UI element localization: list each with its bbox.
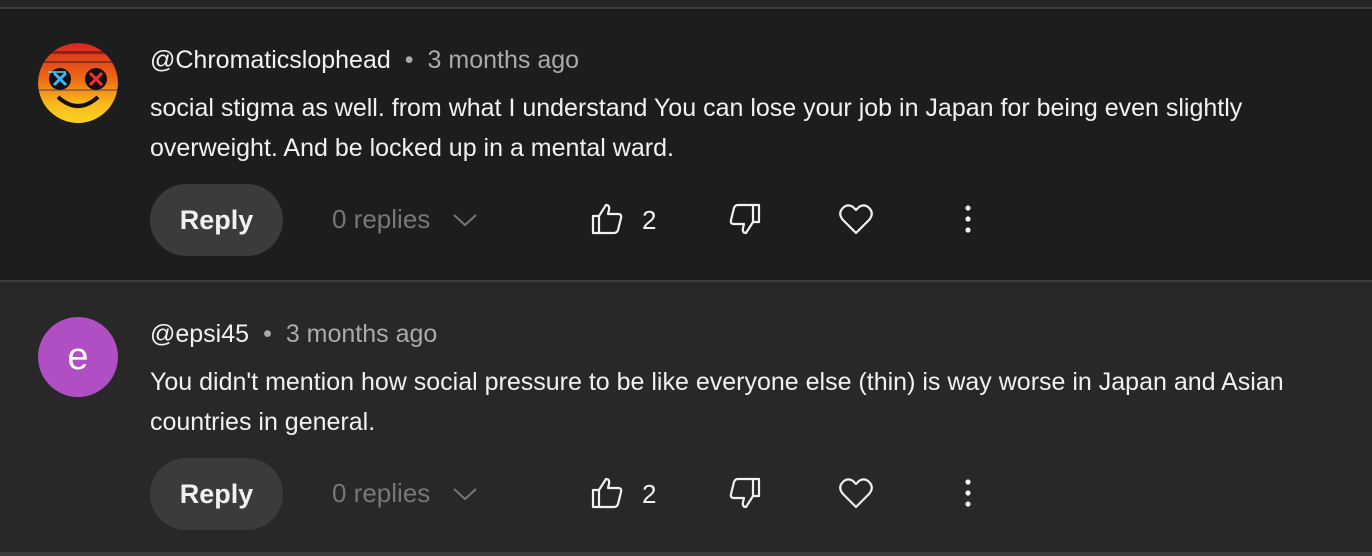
more-options-icon[interactable]: [958, 476, 978, 510]
more-options-icon[interactable]: [958, 202, 978, 236]
meta-separator: •: [404, 46, 414, 74]
like-count: 2: [642, 479, 657, 509]
comment-text: social stigma as well. from what I under…: [150, 94, 1243, 162]
avatar[interactable]: [38, 43, 118, 123]
heart-icon[interactable]: [838, 202, 874, 236]
reply-button[interactable]: Reply: [150, 184, 283, 256]
replies-count-label: 0 replies: [332, 204, 431, 234]
comment-text: You didn't mention how social pressure t…: [150, 368, 1284, 436]
reply-button[interactable]: Reply: [150, 458, 283, 530]
comment-item: @Chromaticslophead • 3 months ago social s…: [0, 9, 1372, 280]
author-name[interactable]: @epsi45: [150, 320, 249, 348]
dislike-icon[interactable]: [728, 202, 762, 236]
timestamp[interactable]: 3 months ago: [428, 46, 580, 74]
replies-toggle[interactable]: 0 replies: [332, 204, 478, 235]
glitch-smiley-avatar-icon: [38, 43, 118, 123]
like-icon[interactable]: [590, 202, 624, 236]
heart-icon[interactable]: [838, 476, 874, 510]
replies-count-label: 0 replies: [332, 478, 431, 508]
top-divider: [0, 0, 1372, 9]
avatar-letter: e: [67, 336, 89, 378]
avatar[interactable]: e: [38, 317, 118, 397]
replies-toggle[interactable]: 0 replies: [332, 478, 478, 509]
author-name[interactable]: @Chromaticslophead: [150, 46, 391, 74]
chevron-down-icon: [453, 213, 477, 226]
like-icon[interactable]: [590, 476, 624, 510]
meta-separator: •: [263, 320, 272, 348]
dislike-icon[interactable]: [728, 476, 762, 510]
chevron-down-icon: [453, 487, 477, 500]
like-count: 2: [642, 205, 657, 235]
comment-meta: @epsi45 • 3 months ago: [150, 320, 437, 349]
bottom-divider: [0, 552, 1372, 556]
comment-item: e @epsi45 • 3 months ago You didn't mentio…: [0, 282, 1372, 552]
comment-meta: @Chromaticslophead • 3 months ago: [150, 46, 579, 75]
timestamp[interactable]: 3 months ago: [286, 320, 438, 348]
